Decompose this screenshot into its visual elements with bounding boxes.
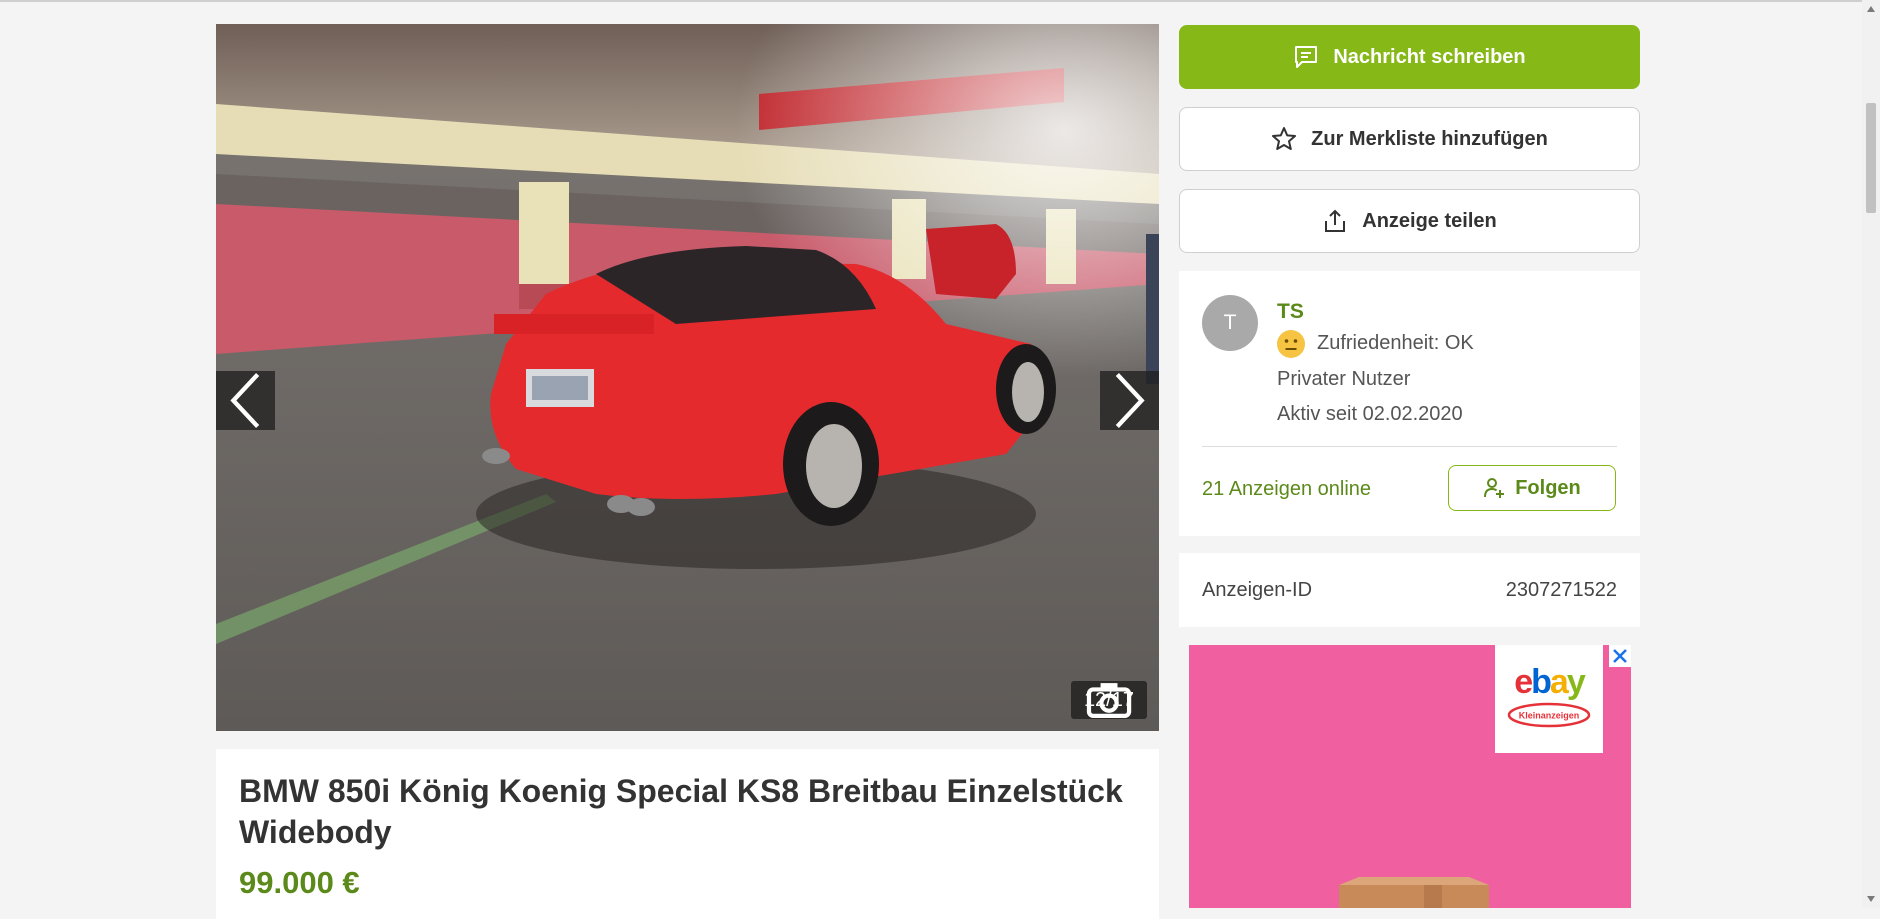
add-to-watchlist-button[interactable]: Zur Merkliste hinzufügen	[1179, 107, 1640, 171]
listing-id-card: Anzeigen-ID 2307271522	[1179, 553, 1640, 627]
follow-seller-button[interactable]: Folgen	[1448, 465, 1616, 511]
camera-icon	[1086, 683, 1132, 718]
ad-close-button[interactable]	[1609, 645, 1631, 667]
star-icon	[1272, 127, 1297, 150]
chevron-right-icon	[1115, 372, 1145, 429]
chevron-left-icon	[230, 372, 260, 429]
page-scrollbar[interactable]	[1862, 0, 1880, 908]
seller-divider	[1202, 446, 1617, 447]
seller-type: Privater Nutzer	[1277, 368, 1411, 390]
seller-card: T TS Zufriedenheit: OK Privater Nutzer A…	[1179, 271, 1640, 536]
listing-title: BMW 850i König Koenig Special KS8 Breitb…	[239, 773, 1123, 850]
top-border	[0, 0, 1862, 2]
photo-gallery[interactable]: 12/17	[216, 24, 1159, 731]
listing-id-value: 2307271522	[1505, 579, 1617, 601]
seller-ads-online-link[interactable]: 21 Anzeigen online	[1202, 478, 1371, 501]
seller-avatar[interactable]: T	[1202, 295, 1258, 351]
write-message-label: Nachricht schreiben	[1333, 45, 1526, 68]
listing-title-card: BMW 850i König Koenig Special KS8 Breitb…	[216, 749, 1159, 919]
seller-name-link[interactable]: TS	[1277, 300, 1304, 324]
seller-satisfaction: Zufriedenheit: OK	[1317, 332, 1474, 354]
neutral-smiley-icon	[1277, 330, 1305, 358]
image-counter: 12/17	[1070, 681, 1147, 719]
listing-price: 99.000 €	[239, 865, 360, 900]
scrollbar-thumb[interactable]	[1866, 103, 1876, 213]
svg-text:ebay: ebay	[1514, 663, 1586, 701]
person-plus-icon	[1484, 478, 1505, 498]
share-upload-icon	[1325, 209, 1346, 232]
follow-seller-label: Folgen	[1515, 476, 1581, 499]
close-icon	[1613, 649, 1627, 663]
advertisement-banner[interactable]: ebay Kleinanzeigen	[1189, 645, 1631, 908]
write-message-button[interactable]: Nachricht schreiben	[1179, 25, 1640, 89]
seller-active-since: Aktiv seit 02.02.2020	[1277, 403, 1463, 425]
scroll-up-arrow-icon[interactable]	[1866, 4, 1876, 14]
svg-text:Kleinanzeigen: Kleinanzeigen	[1519, 711, 1580, 721]
add-to-watchlist-label: Zur Merkliste hinzufügen	[1311, 127, 1548, 150]
listing-id-label: Anzeigen-ID	[1202, 579, 1313, 601]
ebay-kleinanzeigen-logo: ebay Kleinanzeigen	[1495, 645, 1603, 753]
share-listing-button[interactable]: Anzeige teilen	[1179, 189, 1640, 253]
next-image-button[interactable]	[1100, 371, 1159, 430]
package-box-graphic	[1339, 877, 1489, 908]
share-listing-label: Anzeige teilen	[1362, 209, 1497, 232]
ebay-logo-graphic: ebay Kleinanzeigen	[1507, 663, 1591, 728]
chat-bubble-icon	[1295, 46, 1318, 68]
scroll-down-arrow-icon[interactable]	[1866, 894, 1876, 904]
prev-image-button[interactable]	[216, 371, 275, 430]
listing-photo	[216, 24, 1159, 731]
